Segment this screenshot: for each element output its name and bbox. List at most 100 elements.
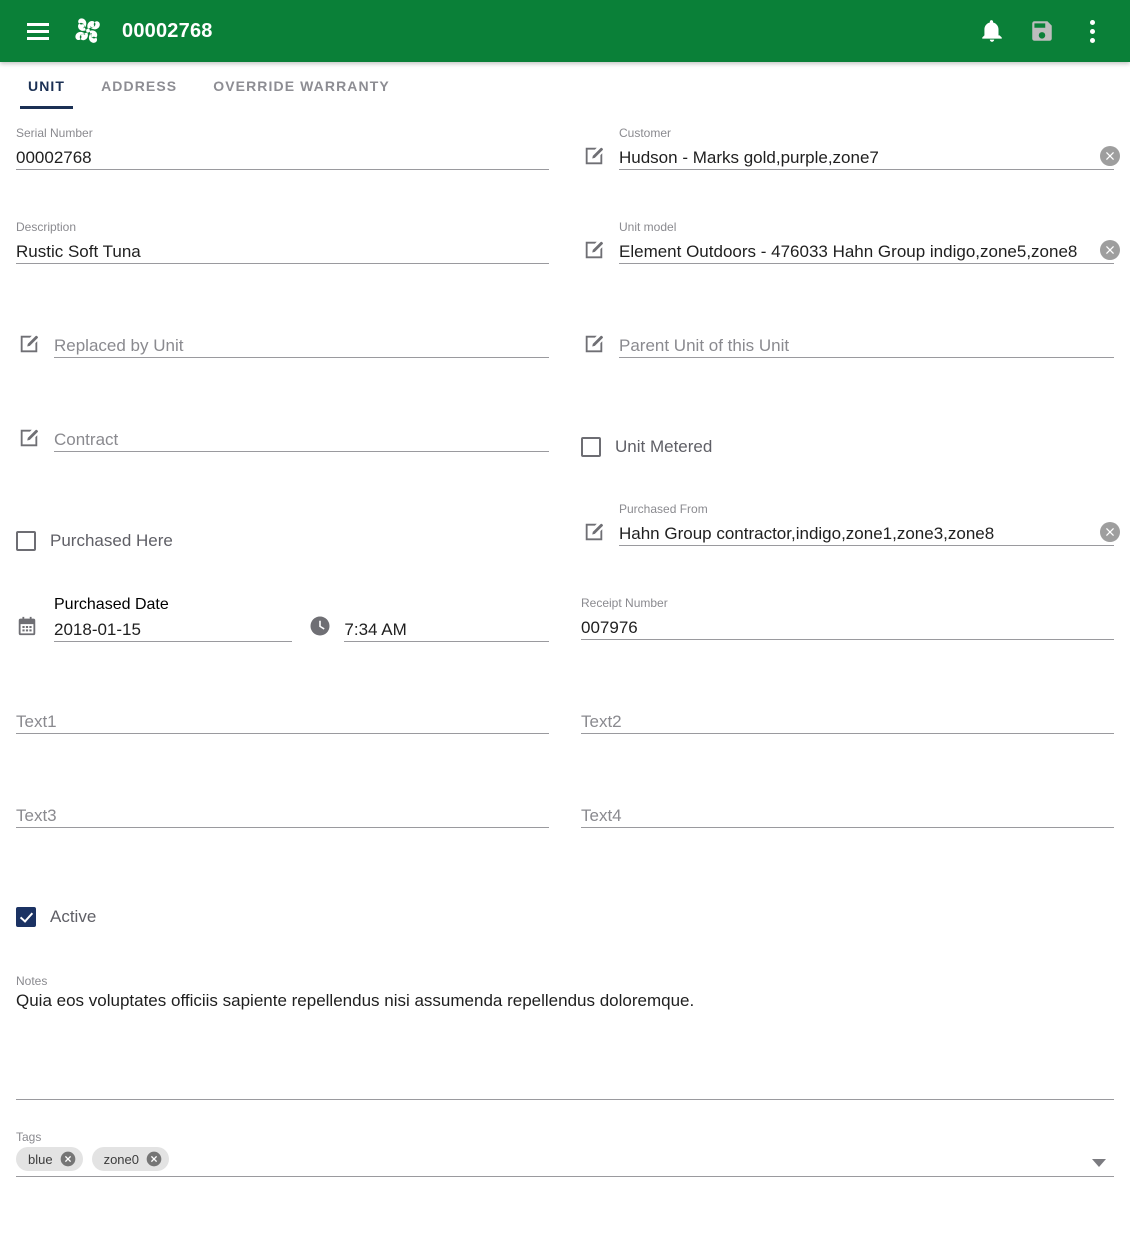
notes-field[interactable]: Notes Quia eos voluptates officiis sapie… — [16, 956, 1114, 1100]
active-label: Active — [50, 907, 97, 926]
text1-field[interactable]: Text1 — [16, 674, 549, 768]
customer-value: Hudson - Marks gold,purple,zone7 — [619, 148, 879, 167]
customer-label: Customer — [619, 126, 672, 140]
tag-chip[interactable]: zone0 — [91, 1147, 169, 1171]
unit-metered-checkbox[interactable] — [581, 437, 601, 457]
hamburger-menu-button[interactable] — [16, 9, 60, 53]
form-col-left: Text1 — [16, 674, 565, 768]
purchased-here-checkbox-row[interactable]: Purchased Here — [16, 486, 549, 580]
purchased-time-value: 7:34 AM — [344, 620, 407, 639]
text1-underline: Text1 — [16, 706, 549, 734]
contract-field[interactable]: Contract — [16, 392, 549, 486]
purchased-here-checkbox[interactable] — [16, 531, 36, 551]
text3-field[interactable]: Text3 — [16, 768, 549, 862]
save-disk-icon — [1032, 21, 1052, 41]
text4-field[interactable]: Text4 — [581, 768, 1114, 862]
tags-input[interactable]: blue zone0 — [16, 1147, 1114, 1177]
serial-number-underline: 00002768 — [16, 142, 549, 170]
text2-underline: Text2 — [581, 706, 1114, 734]
form-col-right: Purchased From Hahn Group contractor,ind… — [565, 486, 1120, 580]
text1-placeholder: Text1 — [16, 712, 57, 731]
form-col-left: Text3 — [16, 768, 565, 862]
contract-placeholder: Contract — [54, 430, 119, 449]
clear-circle-icon — [1100, 522, 1120, 542]
form-row-8: Text3 Text4 — [16, 768, 1114, 862]
form-col-left: Replaced by Unit — [16, 298, 565, 392]
save-button[interactable] — [1020, 9, 1064, 53]
form-row-4: Contract Unit Metered — [16, 392, 1114, 486]
active-checkbox-row[interactable]: Active — [16, 862, 549, 956]
replaced-by-unit-underline: Replaced by Unit — [54, 330, 549, 358]
customer-clear-button[interactable] — [1098, 144, 1122, 168]
tab-override-warranty-label: OVERRIDE WARRANTY — [213, 77, 390, 94]
notifications-button[interactable] — [970, 9, 1014, 53]
replaced-by-unit-edit-button[interactable] — [16, 331, 42, 357]
purchased-date-field[interactable]: Purchased Date 2018-01-15 — [16, 580, 293, 674]
serial-number-field[interactable]: Serial Number 00002768 — [16, 110, 549, 204]
tab-unit-label: UNIT — [28, 77, 66, 94]
overflow-menu-button[interactable] — [1070, 9, 1114, 53]
form-col-right — [565, 862, 1114, 956]
edit-square-icon — [20, 429, 38, 447]
unit-form: Serial Number 00002768 Customer Hudson -… — [0, 110, 1130, 1177]
tab-address[interactable]: ADDRESS — [83, 62, 195, 109]
receipt-number-field[interactable]: Receipt Number 007976 — [581, 580, 1114, 674]
parent-unit-edit-button[interactable] — [581, 331, 607, 357]
parent-unit-placeholder: Parent Unit of this Unit — [619, 336, 790, 355]
receipt-number-underline: 007976 — [581, 612, 1114, 640]
tab-address-label: ADDRESS — [101, 77, 178, 94]
purchased-from-value: Hahn Group contractor,indigo,zone1,zone3… — [619, 524, 995, 543]
text4-underline: Text4 — [581, 800, 1114, 828]
purchased-date-value: 2018-01-15 — [54, 620, 141, 639]
unit-metered-label: Unit Metered — [615, 437, 713, 456]
app-bar-left: 00002768 — [16, 9, 213, 53]
purchased-time-field[interactable]: 7:34 AM — [292, 580, 549, 674]
form-col-right: Text4 — [565, 768, 1114, 862]
chip-remove-icon[interactable] — [60, 1151, 76, 1167]
customer-edit-button[interactable] — [581, 143, 607, 169]
unit-model-value: Element Outdoors - 476033 Hahn Group ind… — [619, 242, 1078, 261]
form-col-left: Serial Number 00002768 — [16, 110, 565, 204]
unit-model-underline: Element Outdoors - 476033 Hahn Group ind… — [619, 236, 1114, 264]
purchased-from-edit-button[interactable] — [581, 519, 607, 545]
text2-field[interactable]: Text2 — [581, 674, 1114, 768]
form-col-right: Receipt Number 007976 — [565, 580, 1114, 674]
app-bar: 00002768 — [0, 0, 1130, 62]
description-label: Description — [16, 220, 77, 234]
tab-unit[interactable]: UNIT — [10, 62, 83, 109]
unit-model-edit-button[interactable] — [581, 237, 607, 263]
form-col-right: Customer Hudson - Marks gold,purple,zone… — [565, 110, 1120, 204]
edit-square-icon — [585, 241, 603, 259]
text4-placeholder: Text4 — [581, 806, 622, 825]
dropdown-caret-icon[interactable] — [1092, 1159, 1106, 1167]
bell-icon — [982, 20, 1002, 42]
form-col-left: Purchased Date 2018-01-15 7:34 AM — [16, 580, 565, 674]
active-checkbox[interactable] — [16, 907, 36, 927]
purchased-from-clear-button[interactable] — [1098, 520, 1122, 544]
edit-square-icon — [585, 147, 603, 165]
form-row-9: Active — [16, 862, 1114, 956]
tag-chip[interactable]: blue — [16, 1147, 83, 1171]
unit-model-field[interactable]: Unit model Element Outdoors - 476033 Hah… — [581, 204, 1120, 298]
parent-unit-field[interactable]: Parent Unit of this Unit — [581, 298, 1114, 392]
purchased-from-underline: Hahn Group contractor,indigo,zone1,zone3… — [619, 518, 1114, 546]
description-field[interactable]: Description Rustic Soft Tuna — [16, 204, 549, 298]
contract-edit-button[interactable] — [16, 425, 42, 451]
chip-remove-icon[interactable] — [146, 1151, 162, 1167]
notes-textarea[interactable]: Quia eos voluptates officiis sapiente re… — [16, 988, 1114, 1100]
purchased-time-picker-button[interactable] — [308, 614, 332, 638]
tab-override-warranty[interactable]: OVERRIDE WARRANTY — [195, 62, 408, 109]
unit-model-label: Unit model — [619, 220, 677, 234]
tags-field[interactable]: Tags blue zone0 — [16, 1100, 1114, 1177]
tag-chip-label: blue — [28, 1151, 53, 1167]
unit-model-clear-button[interactable] — [1098, 238, 1122, 262]
edit-square-icon — [585, 523, 603, 541]
purchased-from-field[interactable]: Purchased From Hahn Group contractor,ind… — [581, 486, 1120, 580]
page-title: 00002768 — [122, 20, 213, 42]
replaced-by-unit-field[interactable]: Replaced by Unit — [16, 298, 549, 392]
purchased-date-picker-button[interactable] — [16, 615, 38, 637]
unit-metered-checkbox-row[interactable]: Unit Metered — [581, 392, 1114, 486]
customer-field[interactable]: Customer Hudson - Marks gold,purple,zone… — [581, 110, 1120, 204]
tab-bar: UNIT ADDRESS OVERRIDE WARRANTY — [0, 62, 1130, 110]
